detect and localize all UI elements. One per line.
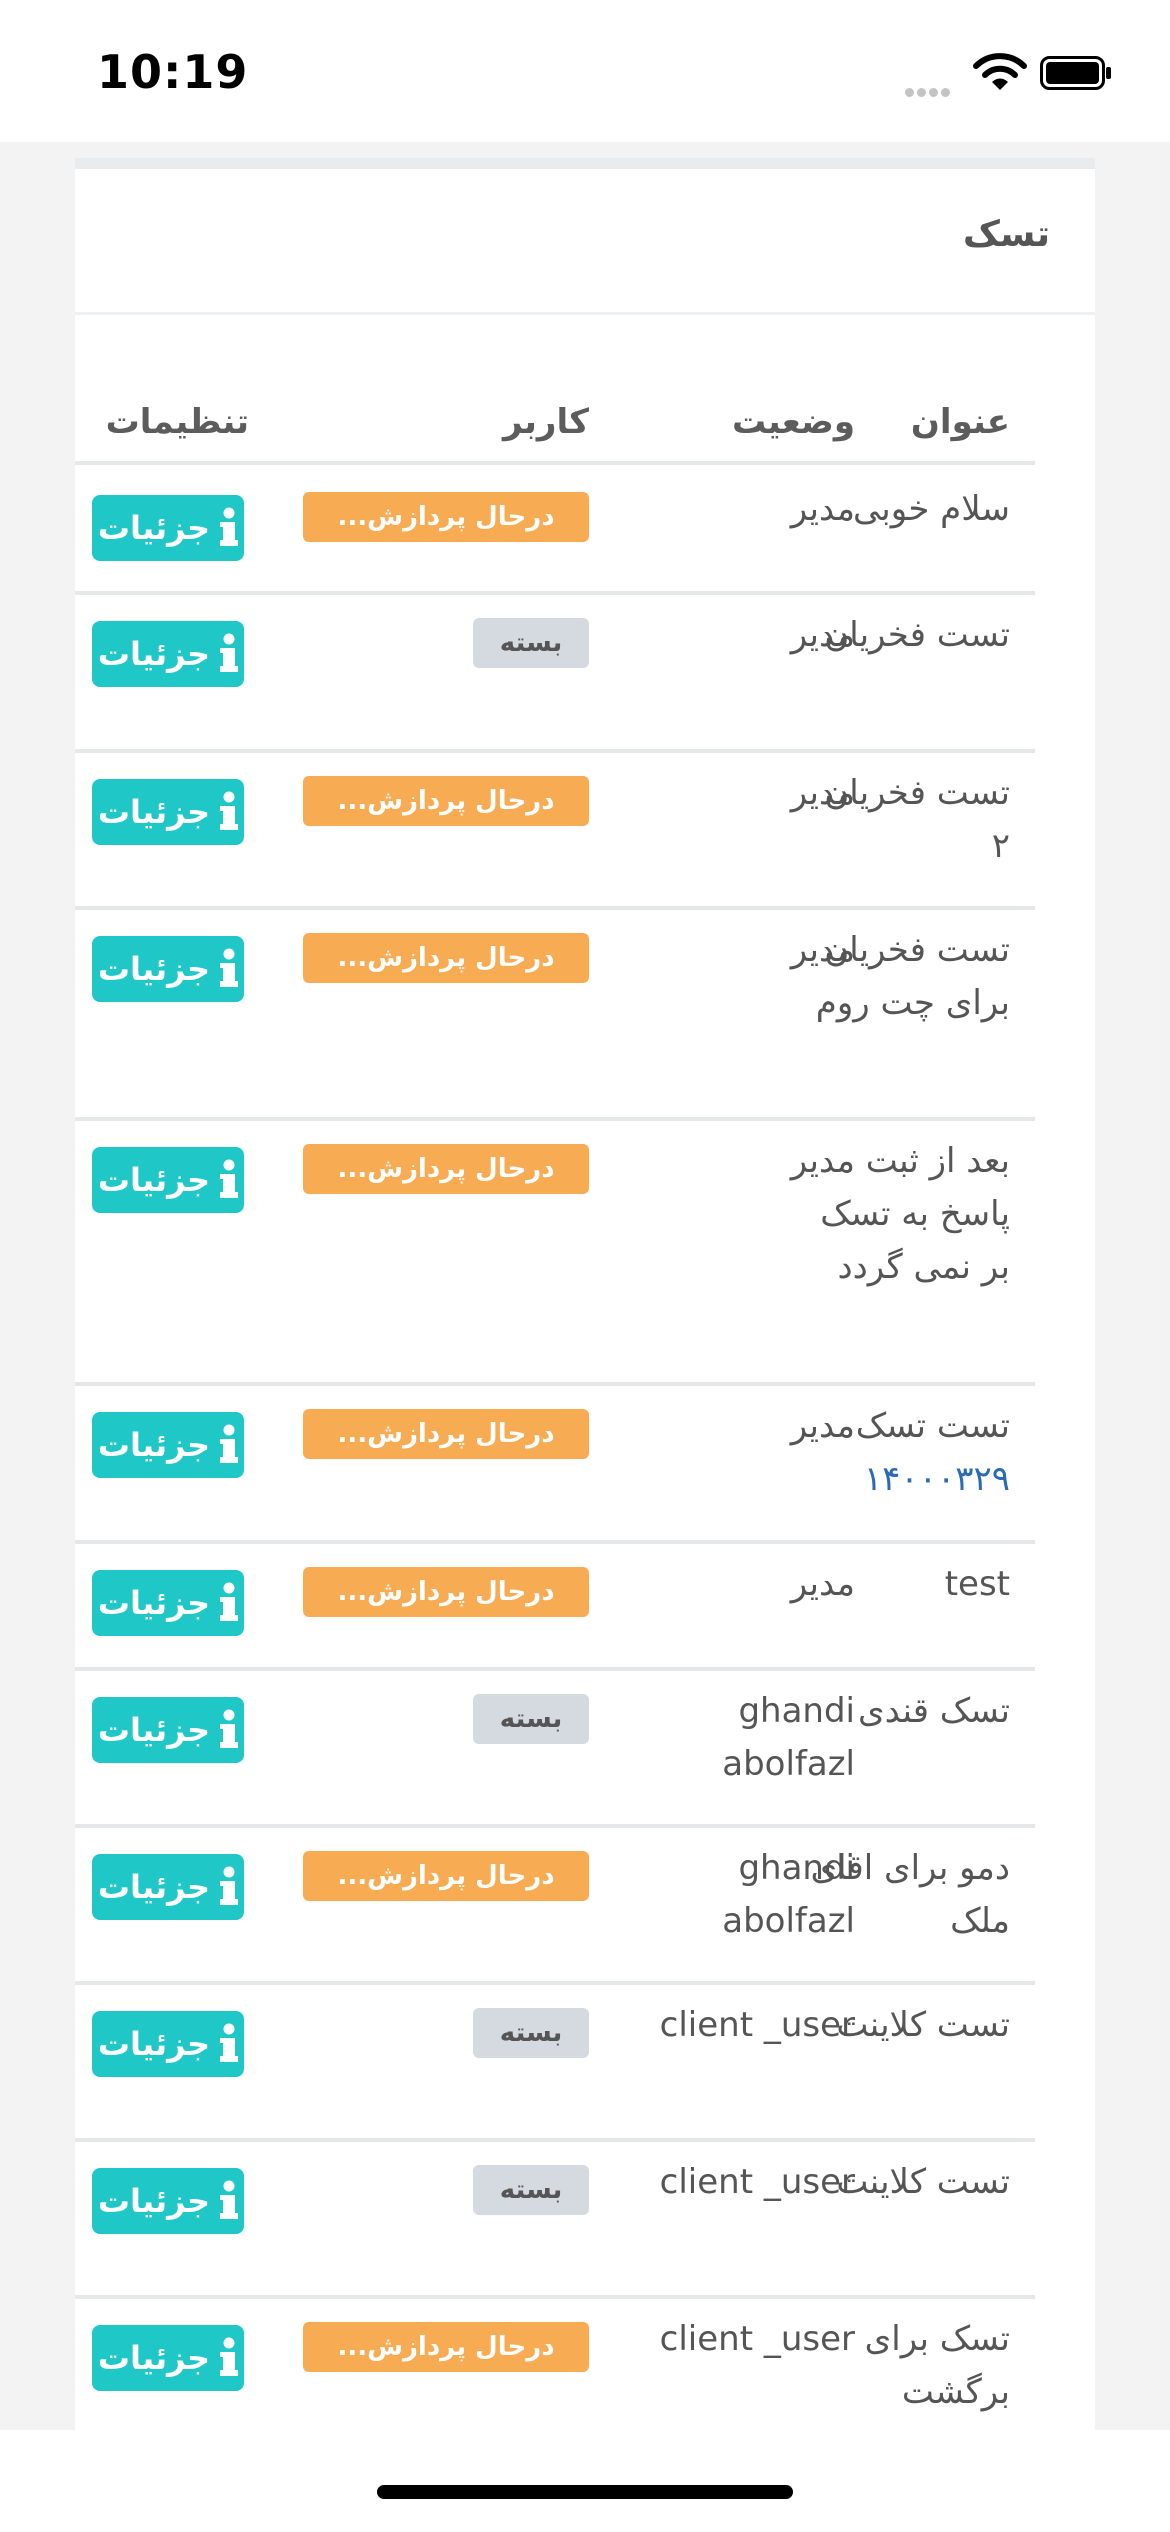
info-icon	[220, 633, 239, 672]
details-label: جزئیات	[97, 1584, 211, 1622]
task-status: مدیر	[790, 1564, 855, 1604]
status-badge: بسته	[473, 2008, 589, 2058]
details-label: جزئیات	[97, 793, 211, 831]
details-button[interactable]: جزئیات	[92, 2011, 244, 2077]
details-label: جزئیات	[97, 509, 211, 547]
task-title-text: تست کلاینت	[836, 2162, 1010, 2202]
status-badge: درحال پردازش...	[303, 2322, 589, 2372]
table-header: عنوان وضعیت کاربر تنظیمات	[75, 378, 1035, 465]
status-time: 10:19	[97, 45, 249, 99]
details-button[interactable]: جزئیات	[92, 936, 244, 1002]
header-user: کاربر	[502, 402, 589, 442]
task-status: client _user	[659, 2005, 855, 2045]
card-header: تسک	[75, 169, 1095, 315]
details-label: جزئیات	[97, 1426, 211, 1464]
status-badge: درحال پردازش...	[303, 1851, 589, 1901]
task-status: مدیر	[790, 773, 855, 813]
details-button[interactable]: جزئیات	[92, 1854, 244, 1920]
info-icon	[220, 1582, 239, 1621]
details-label: جزئیات	[97, 635, 211, 673]
status-badge: بسته	[473, 2165, 589, 2215]
card-title: تسک	[962, 214, 1050, 255]
task-title-text: test	[944, 1564, 1010, 1604]
task-status: client _user	[659, 2162, 855, 2202]
details-button[interactable]: جزئیات	[92, 1697, 244, 1763]
details-button[interactable]: جزئیات	[92, 1147, 244, 1213]
table-row: تست فخریان برای چت روم مدیر درحال پردازش..…	[75, 906, 1035, 1121]
details-label: جزئیات	[97, 950, 211, 988]
battery-icon	[1040, 56, 1111, 90]
table-row: تست تسک ۱۴۰۰۰۳۲۹ مدیر درحال پردازش... جزئیات	[75, 1382, 1035, 1544]
task-title-text: تست تسک	[855, 1406, 1010, 1446]
table-row: تست کلاینت client _user بسته جزئیات	[75, 1981, 1035, 2142]
details-button[interactable]: جزئیات	[92, 1570, 244, 1636]
task-status: مدیر	[790, 930, 855, 970]
info-icon	[220, 507, 239, 546]
details-button[interactable]: جزئیات	[92, 779, 244, 845]
task-title-text: تسک قندی	[857, 1691, 1010, 1731]
home-indicator	[377, 2485, 793, 2499]
header-status: وضعیت	[731, 402, 855, 442]
task-title-text: سلام خوبی	[852, 489, 1010, 529]
info-icon	[220, 791, 239, 830]
status-badge: بسته	[473, 1694, 589, 1744]
table-row: سلام خوبی مدیر درحال پردازش... جزئیات	[75, 465, 1035, 595]
details-label: جزئیات	[97, 2339, 211, 2377]
status-badge: بسته	[473, 618, 589, 668]
status-bar: 10:19	[0, 0, 1170, 142]
table-row: test مدیر درحال پردازش... جزئیات	[75, 1540, 1035, 1671]
info-icon	[220, 1866, 239, 1905]
task-status: مدیر	[790, 1141, 855, 1181]
task-status: ghandi abolfazl	[722, 1691, 855, 1784]
status-badge: درحال پردازش...	[303, 492, 589, 542]
details-label: جزئیات	[97, 2182, 211, 2220]
info-icon	[220, 2023, 239, 2062]
cellular-signal-icon	[905, 82, 953, 101]
details-button[interactable]: جزئیات	[92, 621, 244, 687]
task-status: مدیر	[790, 489, 855, 529]
info-icon	[220, 1709, 239, 1748]
info-icon	[220, 1159, 239, 1198]
task-status: ghandi abolfazl	[722, 1848, 855, 1941]
table-row: دمو برای اقای ملک ghandi abolfazl درحال پر…	[75, 1824, 1035, 1985]
table-row: تسک قندی ghandi abolfazl بسته جزئیات	[75, 1667, 1035, 1828]
status-badge: درحال پردازش...	[303, 1144, 589, 1194]
status-badge: درحال پردازش...	[303, 1567, 589, 1617]
details-label: جزئیات	[97, 1161, 211, 1199]
header-settings: تنظیمات	[105, 402, 249, 442]
task-title-text: تست کلاینت	[836, 2005, 1010, 2045]
info-icon	[220, 1424, 239, 1463]
table-row: بعد از ثبت پاسخ به تسک بر نمی گردد مدیر در…	[75, 1117, 1035, 1386]
details-button[interactable]: جزئیات	[92, 495, 244, 561]
info-icon	[220, 2337, 239, 2376]
task-card: تسک عنوان وضعیت کاربر تنظیمات سلام خوبی م…	[75, 158, 1095, 2430]
details-button[interactable]: جزئیات	[92, 2168, 244, 2234]
details-button[interactable]: جزئیات	[92, 1412, 244, 1478]
status-badge: درحال پردازش...	[303, 776, 589, 826]
status-badge: درحال پردازش...	[303, 933, 589, 983]
header-title: عنوان	[910, 402, 1010, 442]
wifi-icon	[973, 53, 1027, 90]
task-status: مدیر	[790, 615, 855, 655]
details-button[interactable]: جزئیات	[92, 2325, 244, 2391]
task-status: client _user	[659, 2319, 855, 2359]
info-icon	[220, 2180, 239, 2219]
task-status: مدیر	[790, 1406, 855, 1446]
status-badge: درحال پردازش...	[303, 1409, 589, 1459]
table-row: تسک برای برگشت client _user درحال پردازش..…	[75, 2295, 1035, 2430]
task-title-text: تسک برای برگشت	[864, 2319, 1010, 2412]
details-label: جزئیات	[97, 2025, 211, 2063]
task-title-number[interactable]: ۱۴۰۰۰۳۲۹	[800, 1453, 1010, 1506]
details-label: جزئیات	[97, 1711, 211, 1749]
table-row: تست فخریان ۲ مدیر درحال پردازش... جزئیات	[75, 749, 1035, 910]
table-row: تست فخریان مدیر بسته جزئیات	[75, 591, 1035, 753]
table-row: تست کلاینت client _user بسته جزئیات	[75, 2138, 1035, 2299]
details-label: جزئیات	[97, 1868, 211, 1906]
info-icon	[220, 948, 239, 987]
